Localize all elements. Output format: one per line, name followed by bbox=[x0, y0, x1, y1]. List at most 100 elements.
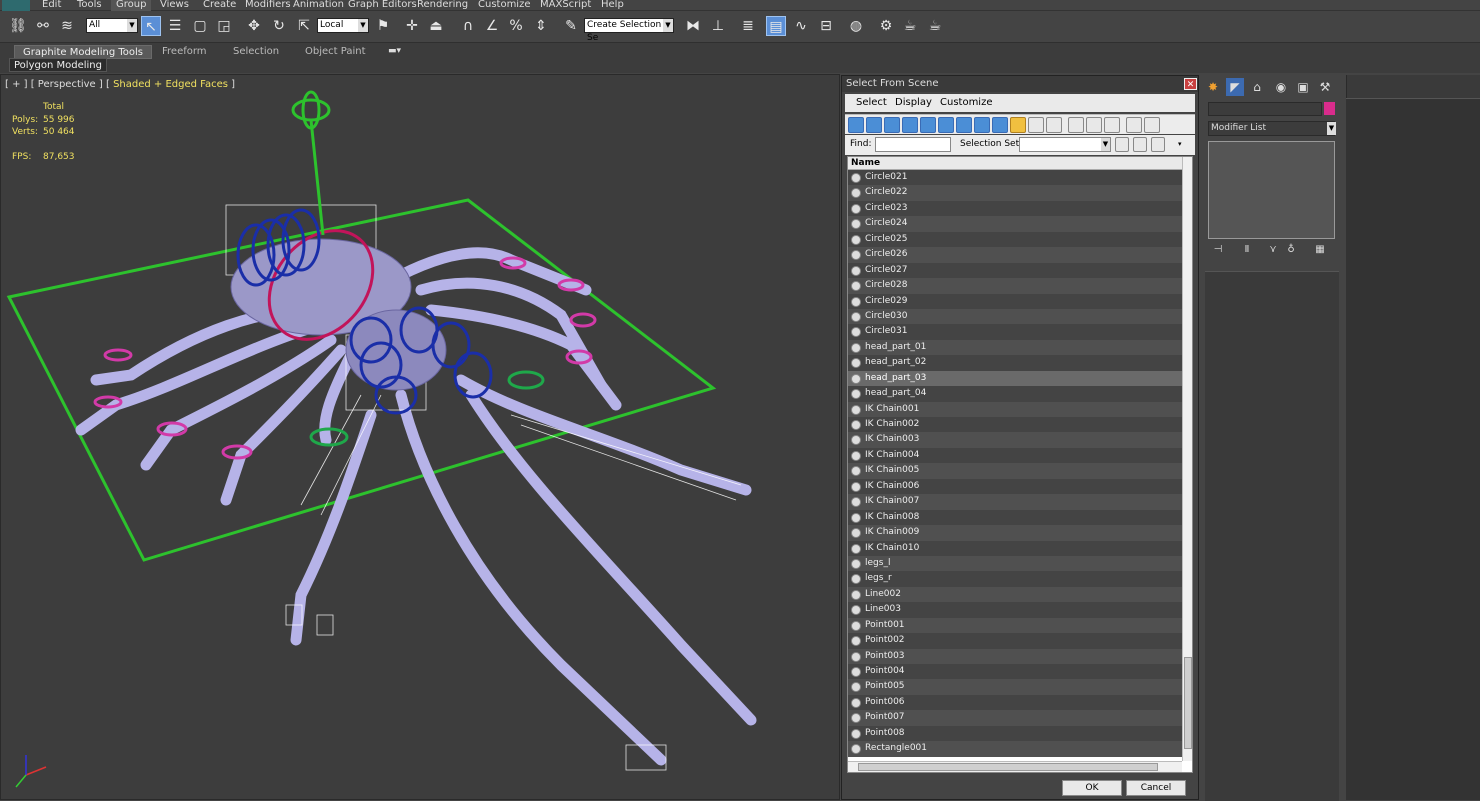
list-item[interactable]: legs_l bbox=[848, 555, 1182, 572]
dialog-menu-select[interactable]: Select bbox=[856, 97, 887, 108]
list-item[interactable]: Circle028 bbox=[848, 278, 1182, 294]
list-item[interactable]: Point002 bbox=[848, 633, 1182, 649]
horizontal-scrollbar-thumb[interactable] bbox=[858, 763, 1158, 771]
list-item[interactable]: Point001 bbox=[848, 617, 1182, 634]
menu-item-group[interactable]: Group bbox=[111, 0, 152, 11]
create-selection-set-icon[interactable] bbox=[1115, 137, 1129, 152]
list-item[interactable]: Circle029 bbox=[848, 293, 1182, 309]
create-tab-icon[interactable]: ✸ bbox=[1204, 78, 1222, 96]
make-unique-icon[interactable]: ⋎ bbox=[1266, 243, 1280, 257]
selection-set-dropdown[interactable] bbox=[1019, 137, 1111, 152]
menu-item-create[interactable]: Create bbox=[198, 0, 241, 11]
chevron-down-icon[interactable]: ▼ bbox=[1101, 138, 1110, 151]
menu-item-views[interactable]: Views bbox=[155, 0, 194, 11]
curve-editor-icon[interactable]: ∿ bbox=[791, 16, 811, 36]
display-bones-icon[interactable] bbox=[992, 117, 1008, 133]
list-item[interactable]: Point004 bbox=[848, 664, 1182, 680]
list-item[interactable]: Circle027 bbox=[848, 262, 1182, 279]
list-item[interactable]: IK Chain003 bbox=[848, 432, 1182, 448]
display-helpers-icon[interactable] bbox=[920, 117, 936, 133]
vertical-scrollbar-thumb[interactable] bbox=[1184, 657, 1192, 749]
pivot-point-icon[interactable]: ⚑ bbox=[373, 16, 393, 36]
menu-item-graph-editors[interactable]: Graph Editors bbox=[343, 0, 422, 11]
list-item[interactable]: Circle023 bbox=[848, 200, 1182, 217]
vertical-scrollbar[interactable] bbox=[1182, 157, 1192, 761]
show-end-result-icon[interactable]: Ⅱ bbox=[1240, 243, 1254, 257]
cancel-button[interactable]: Cancel bbox=[1126, 780, 1186, 796]
keyboard-shortcut-override-icon[interactable]: ⏏ bbox=[426, 16, 446, 36]
list-item[interactable]: IK Chain006 bbox=[848, 478, 1182, 495]
display-cameras-icon[interactable] bbox=[902, 117, 918, 133]
display-tab-icon[interactable]: ▣ bbox=[1294, 78, 1312, 96]
menu-item-maxscript[interactable]: MAXScript bbox=[535, 0, 596, 11]
menu-item-customize[interactable]: Customize bbox=[473, 0, 536, 11]
menu-item-tools[interactable]: Tools bbox=[72, 0, 107, 11]
display-shapes-icon[interactable] bbox=[866, 117, 882, 133]
ribbon-options-icon[interactable]: ▬▾ bbox=[388, 46, 404, 57]
reference-coordinate-dropdown[interactable]: Local ▼ bbox=[317, 18, 369, 33]
render-production-icon[interactable]: ☕ bbox=[925, 16, 945, 36]
add-to-selection-set-icon[interactable] bbox=[1133, 137, 1147, 152]
list-item[interactable]: IK Chain007 bbox=[848, 494, 1182, 510]
layer-manager-icon[interactable]: ≣ bbox=[738, 16, 758, 36]
list-item[interactable]: IK Chain001 bbox=[848, 401, 1182, 417]
rotate-icon[interactable]: ↻ bbox=[269, 16, 289, 36]
display-invert-icon[interactable] bbox=[1104, 117, 1120, 133]
schematic-view-icon[interactable]: ⊟ bbox=[816, 16, 836, 36]
list-item[interactable]: Line003 bbox=[848, 602, 1182, 618]
bind-space-warp-icon[interactable]: ≋ bbox=[57, 16, 77, 36]
list-item[interactable]: Circle031 bbox=[848, 324, 1182, 340]
hierarchy-tab-icon[interactable]: ⌂ bbox=[1248, 78, 1266, 96]
list-item[interactable]: Point003 bbox=[848, 648, 1182, 664]
list-item[interactable]: Circle022 bbox=[848, 185, 1182, 201]
list-item[interactable]: head_part_04 bbox=[848, 386, 1182, 402]
ribbon-tab-graphite[interactable]: Graphite Modeling Tools bbox=[14, 45, 153, 59]
find-input[interactable] bbox=[875, 137, 951, 152]
material-editor-icon[interactable]: ◍ bbox=[846, 16, 866, 36]
toolbar-overflow-icon[interactable]: ▾ bbox=[1178, 140, 1182, 148]
horizontal-scrollbar[interactable] bbox=[848, 761, 1182, 772]
snaps-toggle-icon[interactable]: ∩ bbox=[458, 16, 478, 36]
list-item[interactable]: Circle021 bbox=[848, 170, 1182, 186]
dialog-title-bar[interactable]: Select From Scene ✕ bbox=[842, 76, 1198, 92]
edit-named-selection-icon[interactable]: ✎ bbox=[561, 16, 581, 36]
rectangular-region-icon[interactable]: ▢ bbox=[190, 16, 210, 36]
menu-item-animation[interactable]: Animation bbox=[288, 0, 349, 11]
named-selection-dropdown[interactable]: Create Selection Se ▼ bbox=[584, 18, 674, 43]
close-icon[interactable]: ✕ bbox=[1184, 78, 1197, 90]
list-item[interactable]: Point007 bbox=[848, 710, 1182, 726]
menu-item-help[interactable]: Help bbox=[596, 0, 629, 11]
ribbon-tab-object-paint[interactable]: Object Paint bbox=[297, 45, 374, 59]
list-item[interactable]: Circle025 bbox=[848, 231, 1182, 248]
list-item[interactable]: Rectangle001 bbox=[848, 741, 1182, 757]
list-item[interactable]: Circle026 bbox=[848, 247, 1182, 263]
list-item[interactable]: IK Chain009 bbox=[848, 525, 1182, 541]
list-item[interactable]: IK Chain010 bbox=[848, 540, 1182, 556]
angle-snap-icon[interactable]: ∠ bbox=[482, 16, 502, 36]
dialog-menu-customize[interactable]: Customize bbox=[940, 97, 993, 108]
render-setup-icon[interactable]: ⚙ bbox=[876, 16, 896, 36]
spinner-snap-icon[interactable]: ⇕ bbox=[531, 16, 551, 36]
list-item[interactable]: IK Chain002 bbox=[848, 417, 1182, 433]
graphite-toggle-icon[interactable]: ▤ bbox=[766, 16, 786, 36]
menu-item-edit[interactable]: Edit bbox=[37, 0, 66, 11]
pin-stack-icon[interactable]: ⊣ bbox=[1211, 243, 1225, 257]
object-name-field[interactable] bbox=[1208, 102, 1322, 116]
display-lights-icon[interactable] bbox=[884, 117, 900, 133]
list-item[interactable]: Point008 bbox=[848, 725, 1182, 742]
window-crossing-icon[interactable]: ◲ bbox=[214, 16, 234, 36]
modify-tab-icon[interactable]: ◤ bbox=[1226, 78, 1244, 96]
column-header-name[interactable]: Name bbox=[848, 157, 1182, 170]
ribbon-panel-polygon-modeling[interactable]: Polygon Modeling bbox=[9, 58, 107, 72]
display-geometry-icon[interactable] bbox=[848, 117, 864, 133]
menu-item-rendering[interactable]: Rendering bbox=[412, 0, 473, 11]
list-item[interactable]: IK Chain005 bbox=[848, 463, 1182, 479]
list-item[interactable]: Circle024 bbox=[848, 216, 1182, 232]
rendered-frame-window-icon[interactable]: ☕ bbox=[900, 16, 920, 36]
display-groups-icon[interactable] bbox=[956, 117, 972, 133]
move-icon[interactable]: ✥ bbox=[244, 16, 264, 36]
modifier-stack[interactable] bbox=[1208, 141, 1335, 239]
list-item[interactable]: head_part_03 bbox=[848, 370, 1182, 387]
list-item[interactable]: Line002 bbox=[848, 586, 1182, 603]
display-frozen-icon[interactable] bbox=[1028, 117, 1044, 133]
